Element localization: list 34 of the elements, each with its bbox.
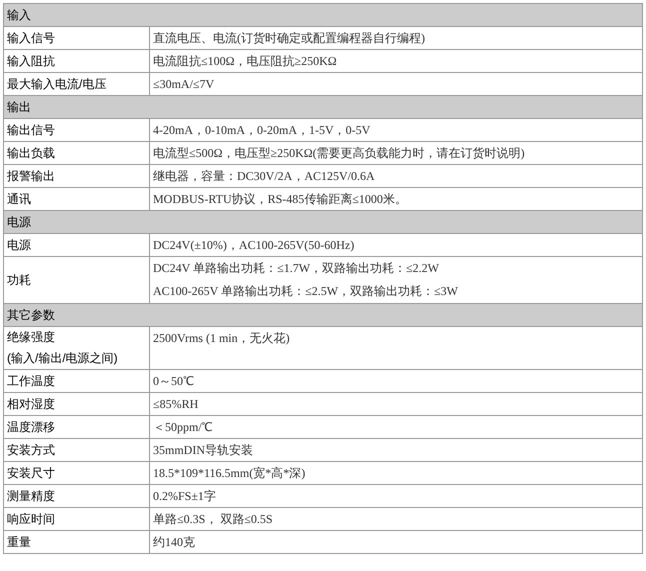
spec-label-cell: 输入阻抗 [4,50,150,72]
spec-label-cell: 输出信号 [4,118,150,142]
spec-value-cell: 单路≤0.3S， 双路≤0.5S [150,508,642,530]
section-header: 输入 [4,4,642,26]
spec-label-cell: 相对湿度 [4,392,150,416]
spec-value-cell: 约140克 [150,530,642,554]
spec-label-cell: 温度漂移 [4,416,150,438]
spec-label-cell: 响应时间 [4,508,150,530]
spec-label-cell: 绝缘强度 (输入/输出/电源之间) [4,326,150,370]
spec-label-cell: 重量 [4,530,150,554]
section-header: 其它参数 [4,304,642,326]
spec-label-cell: 测量精度 [4,484,150,508]
spec-label-cell: 输出负载 [4,142,150,164]
spec-value-cell: 18.5*109*116.5mm(宽*高*深) [150,462,642,484]
spec-value-cell: 0～50℃ [150,370,642,392]
section-header: 输出 [4,96,642,118]
spec-label-cell: 安装方式 [4,438,150,462]
spec-value-cell: 电流型≤500Ω，电压型≥250KΩ(需要更高负载能力时，请在订货时说明) [150,142,642,164]
section-header: 电源 [4,210,642,234]
spec-label-cell: 工作温度 [4,370,150,392]
spec-value-cell: 2500Vrms (1 min，无火花) [150,326,642,370]
spec-value-cell: 电流阻抗≤100Ω，电压阻抗≥250KΩ [150,50,642,72]
spec-label-cell: 输入信号 [4,26,150,50]
spec-value-cell: 35mmDIN导轨安装 [150,438,642,462]
spec-value-cell: 0.2%FS±1字 [150,484,642,508]
spec-value-cell: ＜50ppm/℃ [150,416,642,438]
spec-label-cell: 安装尺寸 [4,462,150,484]
spec-value-cell: ≤85%RH [150,392,642,416]
spec-value-cell: 继电器，容量：DC30V/2A，AC125V/0.6A [150,164,642,188]
spec-label-cell: 电源 [4,234,150,256]
spec-value-cell: 直流电压、电流(订货时确定或配置编程器自行编程) [150,26,642,50]
spec-value-cell: 4-20mA，0-10mA，0-20mA，1-5V，0-5V [150,118,642,142]
spec-value-cell: DC24V(±10%)，AC100-265V(50-60Hz) [150,234,642,256]
spec-label-cell: 报警输出 [4,164,150,188]
